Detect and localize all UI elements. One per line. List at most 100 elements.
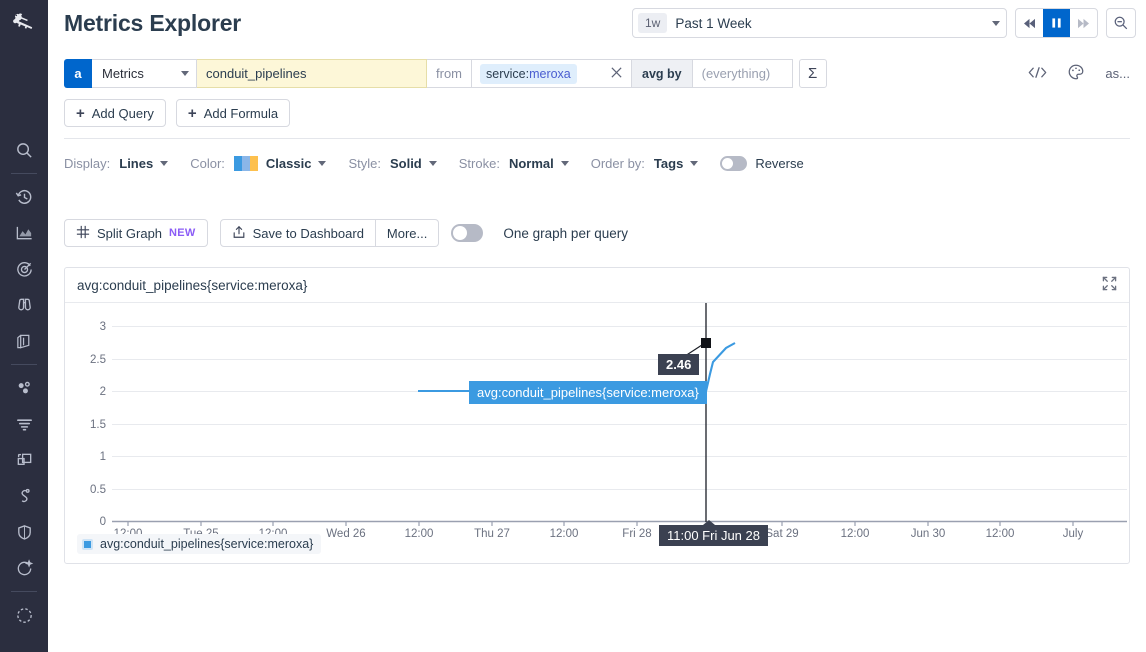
query-builder: a Metrics conduit_pipelines from service… (48, 59, 1146, 247)
save-to-dashboard-button[interactable]: Save to Dashboard (220, 219, 376, 247)
more-button[interactable]: More... (376, 219, 439, 247)
chart-legend-item[interactable]: avg:conduit_pipelines{service:meroxa} (77, 534, 321, 554)
close-x-icon[interactable] (610, 66, 623, 82)
style-value[interactable]: Solid (390, 156, 422, 171)
query-source-label: Metrics (102, 66, 144, 81)
sidebar-divider-3 (11, 591, 37, 592)
svg-text:Jun 30: Jun 30 (911, 528, 946, 540)
chevron-down-icon (181, 71, 189, 76)
display-label: Display: (64, 156, 110, 171)
svg-text:12:00: 12:00 (405, 528, 434, 540)
add-buttons-row: + Add Query + Add Formula (64, 99, 1130, 127)
color-label: Color: (190, 156, 225, 171)
playback-controls (1015, 8, 1098, 38)
add-query-button[interactable]: + Add Query (64, 99, 166, 127)
y-axis-ticks: 3 2.5 2 1.5 1 0.5 0 (90, 321, 106, 528)
reverse-toggle[interactable] (720, 156, 747, 171)
time-range-label: Past 1 Week (675, 16, 992, 31)
legend-label: avg:conduit_pipelines{service:meroxa} (100, 537, 313, 551)
sidebar-divider (11, 173, 37, 174)
code-brackets-icon[interactable] (1028, 65, 1047, 83)
chevron-down-icon[interactable] (561, 161, 569, 166)
ci-sparkle-icon[interactable] (4, 550, 44, 586)
graph-card: avg:conduit_pipelines{service:meroxa} (64, 267, 1130, 564)
query-source-select[interactable]: Metrics (92, 59, 197, 88)
group-by-input[interactable]: (everything) (693, 59, 793, 88)
serverless-link-icon[interactable] (4, 478, 44, 514)
svg-text:1.5: 1.5 (90, 419, 106, 431)
sigma-function-button[interactable]: Σ (799, 59, 827, 88)
plus-icon: + (76, 106, 85, 121)
svg-text:Sat 29: Sat 29 (765, 528, 798, 540)
dashboards-icon[interactable] (4, 215, 44, 251)
chevron-down-icon[interactable] (160, 161, 168, 166)
svg-text:0: 0 (100, 516, 106, 528)
security-shield-icon[interactable] (4, 514, 44, 550)
svg-text:3: 3 (100, 321, 106, 333)
svg-text:Wed 26: Wed 26 (326, 528, 365, 540)
split-graph-button[interactable]: Split Graph NEW (64, 219, 208, 247)
chart-plot-area[interactable]: 3 2.5 2 1.5 1 0.5 0 (65, 303, 1129, 563)
pause-icon[interactable] (1043, 9, 1070, 37)
logs-layers-icon[interactable] (4, 323, 44, 359)
query-letter-badge: a (64, 59, 92, 88)
chevron-down-icon[interactable] (318, 161, 326, 166)
infrastructure-icon[interactable] (4, 370, 44, 406)
graph-card-header: avg:conduit_pipelines{service:meroxa} (65, 268, 1129, 303)
color-swatch (234, 156, 258, 171)
chevron-down-icon[interactable] (690, 161, 698, 166)
split-graph-label: Split Graph (97, 226, 162, 241)
svg-text:Thu 27: Thu 27 (474, 528, 510, 540)
watchdog-binoculars-icon[interactable] (4, 287, 44, 323)
history-icon[interactable] (4, 179, 44, 215)
plus-icon: + (188, 106, 197, 121)
split-graph-new-badge: NEW (169, 227, 196, 239)
expand-arrows-icon[interactable] (1102, 276, 1117, 294)
apm-target-icon[interactable] (4, 251, 44, 287)
one-graph-per-query-label: One graph per query (503, 226, 628, 241)
palette-icon[interactable] (1067, 63, 1085, 84)
upload-icon (232, 225, 246, 242)
stroke-label: Stroke: (459, 156, 500, 171)
svg-text:12:00: 12:00 (986, 528, 1015, 540)
save-to-dashboard-label: Save to Dashboard (253, 226, 364, 241)
order-by-value[interactable]: Tags (654, 156, 683, 171)
as-format-label[interactable]: as... (1105, 66, 1130, 81)
more-label: More... (387, 226, 427, 241)
line-chart-svg: 3 2.5 2 1.5 1 0.5 0 (65, 303, 1146, 563)
page-header: Metrics Explorer 1w Past 1 Week (48, 0, 1146, 47)
time-range-badge: 1w (638, 13, 667, 33)
fast-forward-icon[interactable] (1070, 9, 1097, 37)
chevron-down-icon[interactable] (429, 161, 437, 166)
from-label: from (427, 59, 472, 88)
tag-chip: service:meroxa (480, 64, 577, 84)
tooltip-series-label: avg:conduit_pipelines{service:meroxa} (469, 381, 707, 404)
tooltip-value: 2.46 (658, 354, 699, 375)
color-value[interactable]: Classic (266, 156, 312, 171)
metrics-filter-icon[interactable] (4, 406, 44, 442)
main-content: Metrics Explorer 1w Past 1 Week (48, 0, 1146, 652)
svg-text:2.5: 2.5 (90, 354, 106, 366)
add-formula-button[interactable]: + Add Formula (176, 99, 290, 127)
datadog-dog-logo[interactable] (7, 8, 41, 42)
metric-input[interactable]: conduit_pipelines (197, 59, 427, 88)
synthetics-gauge-icon[interactable] (4, 597, 44, 633)
legend-color-swatch (82, 539, 93, 550)
zoom-out-icon[interactable] (1106, 8, 1136, 38)
header-controls: 1w Past 1 Week (632, 8, 1136, 38)
tag-filter-input[interactable]: service:meroxa (472, 59, 632, 88)
cursor-marker-dot (701, 338, 711, 348)
one-graph-per-query-toggle[interactable] (451, 224, 483, 242)
time-range-selector[interactable]: 1w Past 1 Week (632, 8, 1007, 38)
app-root: Metrics Explorer 1w Past 1 Week (0, 0, 1146, 652)
rewind-icon[interactable] (1016, 9, 1043, 37)
search-icon[interactable] (4, 132, 44, 168)
containers-icon[interactable] (4, 442, 44, 478)
split-graph-icon (76, 225, 90, 242)
display-value[interactable]: Lines (119, 156, 153, 171)
graph-actions-row: Split Graph NEW Save to Dashboard (64, 219, 1130, 247)
aggregation-select[interactable]: avg by (632, 59, 693, 88)
stroke-value[interactable]: Normal (509, 156, 554, 171)
svg-text:0.5: 0.5 (90, 484, 106, 496)
svg-text:2: 2 (100, 386, 106, 398)
